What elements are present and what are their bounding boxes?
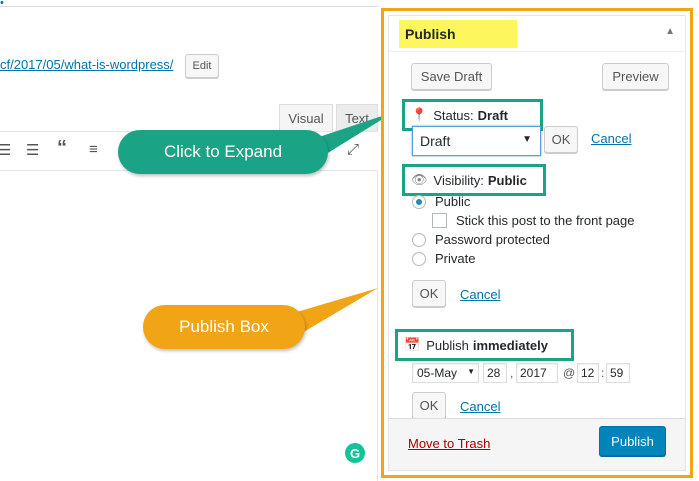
sticky-row[interactable]: Stick this post to the front page [432, 213, 635, 228]
publish-box-title: Publish [399, 20, 517, 48]
radio-private-label: Private [435, 251, 476, 266]
time-cancel-link[interactable]: Cancel [460, 399, 500, 414]
publish-time-section[interactable]: 📅 Publish immediately [395, 329, 574, 361]
visibility-label: Visibility: [433, 172, 484, 188]
status-select[interactable]: Draft ▼ [412, 126, 541, 156]
radio-private-row[interactable]: Private [412, 251, 475, 266]
save-draft-button[interactable]: Save Draft [411, 63, 492, 90]
time-ok-button[interactable]: OK [412, 392, 446, 419]
month-select[interactable]: 05-May ▼ [412, 363, 479, 383]
visibility-value: Public [487, 172, 527, 188]
status-ok-button[interactable]: OK [544, 126, 578, 153]
radio-password-label: Password protected [435, 232, 550, 247]
radio-private[interactable] [412, 251, 426, 266]
status-label: Status: [433, 107, 474, 123]
publish-time-label: Publish [426, 337, 469, 353]
sticky-checkbox[interactable] [432, 213, 447, 228]
radio-password-row[interactable]: Password protected [412, 232, 550, 247]
publish-box-callout: Publish Box [143, 305, 305, 349]
screenshot: • cf/2017/05/what-is-wordpress/ Edit Vis… [0, 0, 699, 481]
publish-box-footer: Move to Trash Publish [389, 418, 685, 470]
visibility-cancel-link[interactable]: Cancel [460, 287, 500, 302]
radio-public-label: Public [435, 194, 471, 209]
eye-icon: 👁 [411, 172, 428, 187]
hour-input[interactable]: 12 [577, 363, 599, 383]
minute-input[interactable]: 59 [606, 363, 630, 383]
status-value: Draft [477, 107, 508, 123]
publish-box-header[interactable]: Publish ▲ [389, 16, 685, 52]
publish-box-outline: Publish ▲ Save Draft Preview 📍 Status: D… [381, 8, 693, 478]
publish-button[interactable]: Publish [599, 426, 666, 456]
radio-password[interactable] [412, 232, 426, 247]
publish-time-value: immediately [472, 337, 548, 353]
chevron-down-icon: ▼ [467, 367, 475, 376]
date-comma: , [510, 366, 514, 380]
click-to-expand-callout: Click to Expand [118, 130, 328, 174]
at-symbol: @ [563, 366, 576, 380]
preview-button[interactable]: Preview [602, 63, 669, 90]
day-input[interactable]: 28 [483, 363, 507, 383]
radio-public-row[interactable]: Public [412, 194, 470, 209]
status-cancel-link[interactable]: Cancel [591, 131, 631, 146]
calendar-icon: 📅 [404, 337, 421, 352]
sticky-label: Stick this post to the front page [456, 213, 635, 228]
chevron-down-icon: ▼ [522, 134, 532, 145]
collapse-arrow-icon[interactable]: ▲ [665, 26, 675, 37]
month-value: 05-May [417, 366, 458, 380]
visibility-ok-button[interactable]: OK [412, 280, 446, 307]
radio-public[interactable] [412, 194, 426, 209]
move-to-trash-link[interactable]: Move to Trash [408, 436, 490, 451]
year-input[interactable]: 2017 [516, 363, 558, 383]
visibility-section[interactable]: 👁 Visibility: Public [402, 164, 546, 196]
pin-icon: 📍 [411, 107, 428, 122]
status-select-value: Draft [420, 133, 451, 149]
publish-meta-box: Publish ▲ Save Draft Preview 📍 Status: D… [388, 15, 686, 471]
time-colon: : [601, 366, 605, 380]
